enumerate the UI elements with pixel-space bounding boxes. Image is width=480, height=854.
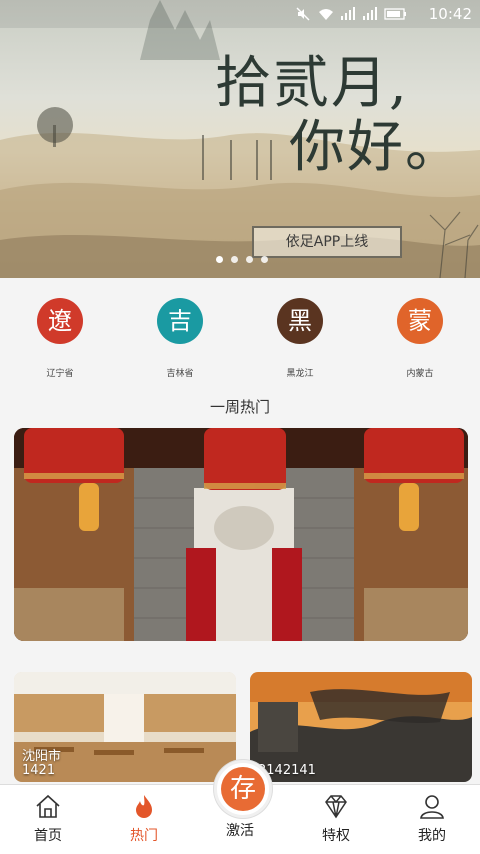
carousel-dot[interactable] bbox=[246, 256, 253, 263]
tab-activate-label[interactable]: 激活 bbox=[210, 820, 270, 840]
tab-hot[interactable]: 热门 bbox=[104, 793, 184, 845]
tab-mine[interactable]: 我的 bbox=[392, 793, 472, 845]
province-glyph: 吉 bbox=[157, 298, 203, 344]
tab-label: 热门 bbox=[130, 828, 158, 844]
home-icon bbox=[34, 794, 62, 823]
province-glyph: 黑 bbox=[277, 298, 323, 344]
tab-label: 首页 bbox=[34, 828, 62, 844]
banner-carousel[interactable]: 拾贰月, 你好。 依足APP上线 bbox=[0, 0, 480, 278]
province-label: 辽宁省 bbox=[46, 369, 74, 379]
banner-title-line1: 拾贰月, bbox=[215, 51, 409, 116]
province-item[interactable]: 遼 辽宁省 bbox=[15, 298, 105, 379]
card-caption-line2: 1421 bbox=[22, 763, 56, 778]
hot-card[interactable]: 沈阳市 1421 bbox=[14, 672, 236, 782]
province-list: 遼 辽宁省 吉 吉林省 黑 黑龙江 蒙 内蒙古 bbox=[0, 298, 480, 388]
featured-card[interactable] bbox=[14, 428, 468, 641]
tab-home[interactable]: 首页 bbox=[8, 793, 88, 845]
diamond-icon bbox=[322, 795, 350, 823]
province-glyph: 遼 bbox=[37, 298, 83, 344]
card-caption-line1: 沈阳市 bbox=[22, 749, 62, 764]
card-caption: 沈阳市 1421 bbox=[22, 750, 61, 778]
banner-cta-button[interactable]: 依足APP上线 bbox=[252, 226, 402, 258]
wifi-icon bbox=[318, 6, 333, 20]
carousel-dot[interactable] bbox=[231, 256, 238, 263]
province-glyph: 蒙 bbox=[397, 298, 443, 344]
user-icon bbox=[418, 795, 446, 823]
hot-card[interactable]: 2142141 bbox=[250, 672, 472, 782]
flame-icon bbox=[130, 795, 158, 823]
activate-button[interactable]: 存 bbox=[214, 760, 272, 818]
province-item[interactable]: 黑 黑龙江 bbox=[255, 298, 345, 379]
province-label: 黑龙江 bbox=[286, 369, 314, 379]
activate-icon: 存 bbox=[221, 767, 265, 811]
tab-privilege[interactable]: 特权 bbox=[296, 793, 376, 845]
featured-image bbox=[14, 428, 468, 641]
carousel-dot[interactable] bbox=[261, 256, 268, 263]
carousel-dot[interactable] bbox=[216, 256, 223, 263]
province-label: 吉林省 bbox=[166, 369, 194, 379]
tab-label: 我的 bbox=[418, 828, 446, 844]
section-title: 一周热门 bbox=[209, 398, 270, 416]
tab-label: 特权 bbox=[322, 828, 350, 844]
status-bar: 10:42 bbox=[0, 0, 480, 28]
province-item[interactable]: 蒙 内蒙古 bbox=[375, 298, 465, 379]
province-label: 内蒙古 bbox=[406, 369, 434, 379]
signal-icon bbox=[340, 6, 355, 20]
carousel-indicator bbox=[216, 256, 268, 263]
battery-icon bbox=[384, 6, 408, 20]
banner-title: 拾贰月, 你好。 bbox=[215, 51, 463, 181]
signal-icon bbox=[362, 6, 377, 20]
mute-icon bbox=[296, 6, 310, 21]
province-item[interactable]: 吉 吉林省 bbox=[135, 298, 225, 379]
banner-title-line2: 你好。 bbox=[289, 115, 463, 181]
status-time: 10:42 bbox=[428, 5, 472, 23]
